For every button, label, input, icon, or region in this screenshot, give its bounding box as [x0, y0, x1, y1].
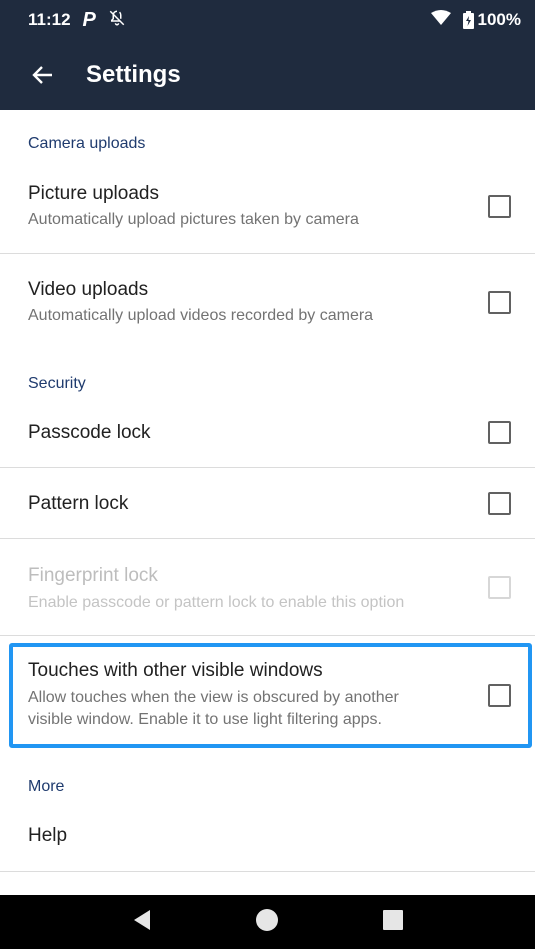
row-title: Fingerprint lock	[28, 565, 158, 586]
setting-passcode-lock[interactable]: Passcode lock	[0, 398, 535, 468]
status-time: 11:12	[28, 10, 71, 29]
row-title: Video uploads	[28, 279, 149, 300]
notifications-off-icon	[108, 9, 126, 32]
app-bar: Settings	[0, 40, 535, 110]
passcode-lock-checkbox[interactable]	[488, 421, 511, 444]
triangle-back-icon	[133, 909, 150, 930]
nav-home-button[interactable]	[255, 908, 279, 937]
square-recents-icon	[383, 909, 404, 930]
nav-recents-button[interactable]	[383, 909, 404, 935]
status-right: 100%	[430, 9, 521, 31]
fingerprint-lock-checkbox	[488, 576, 511, 599]
arrow-back-icon	[32, 66, 52, 84]
video-uploads-checkbox[interactable]	[488, 291, 511, 314]
status-bar: 11:12 P 100%	[0, 0, 535, 40]
battery-icon: 100%	[462, 10, 521, 30]
status-left: 11:12 P	[28, 9, 126, 32]
pattern-lock-checkbox[interactable]	[488, 492, 511, 515]
section-header-security: Security	[28, 375, 86, 392]
setting-fingerprint-lock: Fingerprint lock Enable passcode or patt…	[0, 539, 535, 636]
setting-help[interactable]: Help	[0, 805, 535, 872]
row-title: Picture uploads	[28, 183, 159, 204]
parking-app-icon: P	[82, 8, 96, 31]
wifi-icon	[430, 9, 451, 31]
back-button[interactable]	[0, 40, 86, 110]
setting-picture-uploads[interactable]: Picture uploads Automatically upload pic…	[0, 168, 535, 254]
page-title: Settings	[86, 61, 181, 88]
circle-home-icon	[256, 908, 279, 931]
picture-uploads-checkbox[interactable]	[488, 195, 511, 218]
section-header-camera-uploads: Camera uploads	[28, 135, 146, 152]
nav-back-button[interactable]	[132, 909, 152, 936]
row-title: Passcode lock	[28, 422, 151, 443]
row-title: Pattern lock	[28, 493, 129, 514]
system-nav-bar	[0, 895, 535, 949]
row-subtitle: Automatically upload pictures taken by c…	[28, 211, 359, 228]
highlight-frame	[9, 643, 532, 748]
setting-pattern-lock[interactable]: Pattern lock	[0, 468, 535, 539]
row-title: Help	[28, 825, 68, 846]
section-header-more: More	[28, 778, 65, 795]
setting-video-uploads[interactable]: Video uploads Automatically upload video…	[0, 264, 535, 350]
battery-level: 100%	[477, 10, 521, 29]
row-subtitle: Automatically upload videos recorded by …	[28, 307, 374, 324]
row-subtitle: Enable passcode or pattern lock to enabl…	[28, 594, 405, 611]
